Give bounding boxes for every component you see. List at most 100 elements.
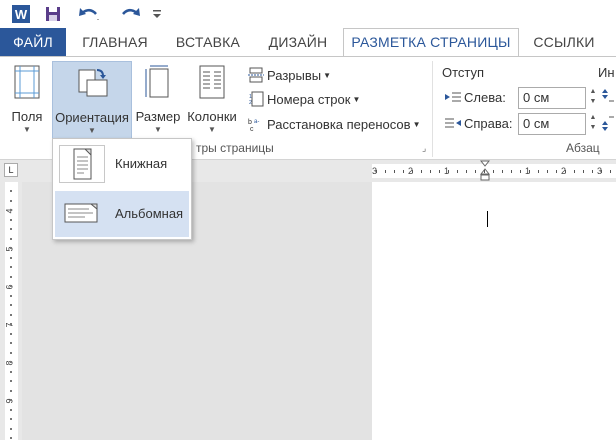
orientation-option-landscape[interactable]: Альбомная [55, 191, 189, 237]
orientation-dropdown: Книжная Альбомная [52, 138, 192, 240]
ruler-tick [547, 170, 548, 173]
indent-label: Отступ [442, 65, 485, 80]
spacing-after-icon [602, 115, 614, 136]
indent-left-input[interactable]: 0 см [518, 87, 586, 109]
vruler-tick [10, 323, 12, 325]
vruler-tick [10, 418, 12, 420]
indent-right-spinner[interactable]: ▲ ▼ [588, 113, 598, 133]
customize-arrow-icon[interactable] [150, 3, 164, 25]
page-size-icon [145, 65, 169, 98]
svg-text:a-: a- [254, 119, 259, 125]
ruler-tick [610, 170, 611, 173]
chevron-down-icon: ▼ [154, 125, 162, 134]
chevron-down-icon: ▼ [88, 126, 96, 135]
tab-design[interactable]: ДИЗАЙН [258, 28, 338, 56]
ruler-tick [583, 170, 584, 173]
breaks-button[interactable]: Разрывы ▼ [248, 65, 331, 85]
hyphenation-button[interactable]: b a-c Расстановка переносов ▼ [248, 114, 420, 134]
ruler-tick [421, 170, 422, 173]
tab-file[interactable]: ФАЙЛ [0, 28, 66, 56]
ruler-tick [466, 170, 467, 173]
portrait-page-icon [59, 145, 105, 183]
landscape-page-icon [59, 195, 105, 233]
ruler-tick [592, 170, 593, 173]
orientation-icon [78, 69, 108, 97]
tab-references[interactable]: ССЫЛКИ [524, 28, 604, 56]
ribbon-tabs: ФАЙЛ ГЛАВНАЯ ВСТАВКА ДИЗАЙН РАЗМЕТКА СТР… [0, 28, 616, 57]
vruler-tick [10, 275, 12, 278]
ruler-tick [430, 170, 431, 173]
indent-left-spinner[interactable]: ▲ ▼ [588, 87, 598, 107]
svg-text:W: W [15, 7, 28, 22]
save-icon[interactable] [42, 3, 64, 25]
indent-left-icon [444, 91, 462, 110]
ruler-tick [457, 170, 458, 173]
orientation-option-portrait[interactable]: Книжная [55, 141, 189, 187]
tab-home[interactable]: ГЛАВНАЯ [72, 28, 158, 56]
line-numbers-icon: 12 [248, 91, 264, 107]
vruler-tick [10, 190, 12, 192]
vruler-tick [10, 380, 12, 382]
ruler-tick [412, 170, 413, 173]
line-numbers-label: Номера строк [267, 91, 351, 107]
vruler-tick [10, 408, 12, 411]
vruler-tick [10, 209, 12, 211]
vruler-tick [10, 285, 12, 287]
tab-insert[interactable]: ВСТАВКА [164, 28, 252, 56]
hyphenation-icon: b a-c [248, 116, 264, 133]
tab-selector-icon[interactable]: L [4, 163, 18, 177]
vruler-tick [10, 399, 12, 401]
vruler-tick [10, 370, 12, 373]
svg-text:2: 2 [249, 100, 252, 106]
vruler-tick [10, 332, 12, 335]
ruler-tick [511, 170, 512, 173]
tab-page-layout[interactable]: РАЗМЕТКА СТРАНИЦЫ [343, 28, 519, 57]
size-label: Размер [135, 109, 181, 124]
indent-left-label: Слева: [464, 90, 506, 105]
vruler-tick [10, 199, 12, 202]
indent-right-input[interactable]: 0 см [518, 113, 586, 135]
group-separator [432, 61, 433, 157]
vruler-tick [10, 437, 12, 439]
vruler-tick [10, 218, 12, 221]
indent-right-icon [444, 117, 462, 136]
margins-icon [14, 65, 40, 99]
dialog-launcher-icon[interactable]: ⌟ [422, 143, 426, 154]
portrait-label: Книжная [115, 156, 168, 171]
orientation-label: Ориентация [55, 110, 129, 125]
ruler-tick [601, 170, 602, 173]
ruler-tick [385, 170, 386, 173]
redo-icon[interactable] [118, 3, 142, 25]
ruler-tick [502, 170, 503, 173]
document-page[interactable] [372, 182, 616, 440]
quick-access-toolbar: W [0, 0, 616, 28]
ruler-tick [538, 170, 539, 173]
ruler-tick [448, 170, 449, 173]
vruler-tick [10, 361, 12, 363]
vruler-tick [10, 389, 12, 392]
vruler-tick [10, 237, 12, 240]
ruler-tick [484, 170, 485, 173]
breaks-icon [248, 67, 264, 83]
columns-icon [199, 65, 225, 99]
size-button[interactable]: Размер ▼ [134, 61, 182, 139]
vruler-tick [10, 256, 12, 259]
orientation-button[interactable]: Ориентация ▼ [52, 61, 132, 143]
columns-label: Колонки [187, 109, 237, 124]
margins-button[interactable]: Поля ▼ [6, 61, 48, 139]
indent-right-label: Справа: [464, 116, 513, 131]
svg-text:b: b [248, 119, 252, 126]
ruler-tick [394, 170, 395, 173]
vruler-tick [10, 351, 12, 354]
text-cursor [487, 211, 488, 227]
ruler-tick [520, 170, 521, 173]
vruler-tick [10, 427, 12, 430]
landscape-label: Альбомная [115, 206, 184, 221]
columns-button[interactable]: Колонки ▼ [184, 61, 240, 139]
paragraph-group-label: Абзац [566, 141, 600, 155]
svg-text:c: c [250, 126, 254, 132]
word-icon[interactable]: W [10, 3, 32, 25]
undo-icon[interactable] [76, 3, 104, 25]
line-numbers-button[interactable]: 12 Номера строк ▼ [248, 89, 360, 109]
vruler-tick [10, 228, 12, 230]
